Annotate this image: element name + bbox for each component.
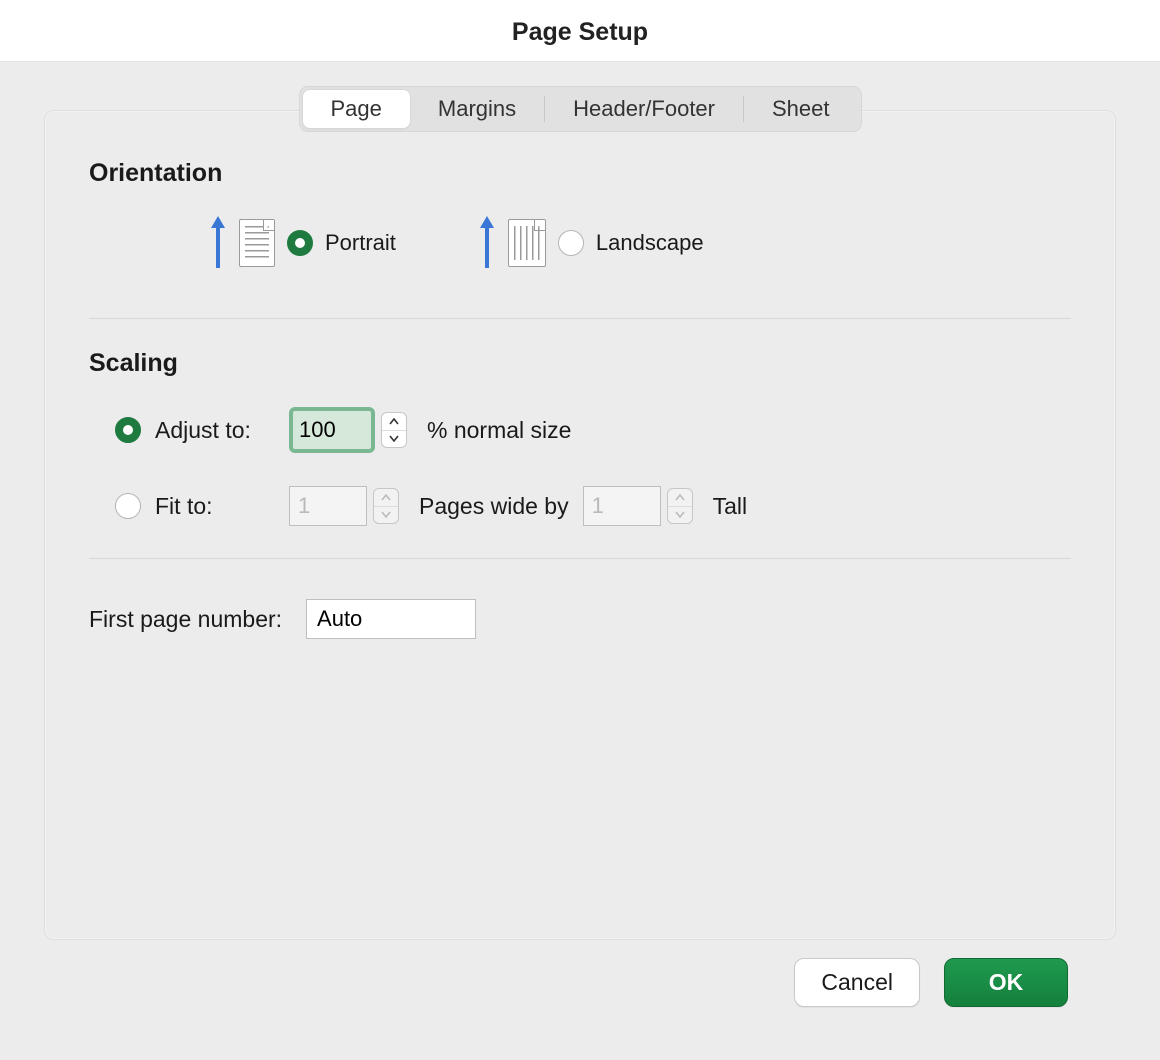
landscape-label: Landscape	[596, 230, 704, 256]
fit-wide-stepper[interactable]	[373, 488, 399, 524]
adjust-suffix: % normal size	[427, 417, 571, 444]
fit-to-label: Fit to:	[155, 493, 275, 520]
cancel-button[interactable]: Cancel	[794, 958, 920, 1007]
tab-sheet[interactable]: Sheet	[744, 90, 858, 128]
stepper-down-icon[interactable]	[374, 507, 398, 524]
fit-tall-input[interactable]	[583, 486, 661, 526]
up-arrow-icon	[209, 216, 227, 270]
tab-panel: Orientation Portrait	[44, 110, 1116, 940]
portrait-page-icon	[239, 219, 275, 267]
divider	[89, 558, 1071, 559]
orientation-landscape-group: Landscape	[478, 216, 704, 270]
pages-wide-by-label: Pages wide by	[419, 493, 569, 520]
adjust-to-input[interactable]	[289, 407, 375, 453]
divider	[89, 318, 1071, 319]
fit-to-radio[interactable]	[115, 493, 141, 519]
portrait-label: Portrait	[325, 230, 396, 256]
orientation-row: Portrait Landscape	[89, 216, 1071, 270]
tall-label: Tall	[713, 493, 748, 520]
landscape-page-icon	[508, 219, 546, 267]
adjust-stepper[interactable]	[381, 412, 407, 448]
tab-margins[interactable]: Margins	[410, 90, 544, 128]
stepper-up-icon[interactable]	[382, 413, 406, 430]
adjust-to-label: Adjust to:	[155, 417, 275, 444]
fit-wide-input[interactable]	[289, 486, 367, 526]
ok-button[interactable]: OK	[944, 958, 1068, 1007]
orientation-portrait-group: Portrait	[209, 216, 396, 270]
page-setup-dialog: Page Setup Page Margins Header/Footer Sh…	[0, 0, 1160, 1060]
adjust-to-row: Adjust to: % normal	[115, 406, 1071, 454]
first-page-number-input[interactable]	[306, 599, 476, 639]
stepper-down-icon[interactable]	[382, 431, 406, 448]
title-bar: Page Setup	[0, 0, 1160, 62]
scaling-section-title: Scaling	[89, 349, 1071, 378]
tab-header-footer[interactable]: Header/Footer	[545, 90, 743, 128]
orientation-section-title: Orientation	[89, 159, 1071, 188]
stepper-up-icon[interactable]	[374, 489, 398, 506]
landscape-radio[interactable]	[558, 230, 584, 256]
tab-page[interactable]: Page	[303, 90, 410, 128]
first-page-number-label: First page number:	[89, 606, 282, 633]
adjust-to-radio[interactable]	[115, 417, 141, 443]
dialog-title: Page Setup	[0, 18, 1160, 47]
first-page-row: First page number:	[89, 599, 1071, 639]
stepper-up-icon[interactable]	[668, 489, 692, 506]
up-arrow-icon	[478, 216, 496, 270]
scaling-rows: Adjust to: % normal	[89, 406, 1071, 530]
fit-tall-input-wrap	[583, 486, 693, 526]
dialog-footer: Cancel OK	[44, 940, 1116, 1033]
fit-tall-stepper[interactable]	[667, 488, 693, 524]
tabs: Page Margins Header/Footer Sheet	[299, 86, 862, 132]
content-area: Page Margins Header/Footer Sheet Orienta…	[0, 62, 1160, 1060]
stepper-down-icon[interactable]	[668, 507, 692, 524]
fit-to-row: Fit to: Pages wide b	[115, 482, 1071, 530]
portrait-radio[interactable]	[287, 230, 313, 256]
adjust-input-wrap	[289, 407, 407, 453]
fit-wide-input-wrap	[289, 486, 399, 526]
